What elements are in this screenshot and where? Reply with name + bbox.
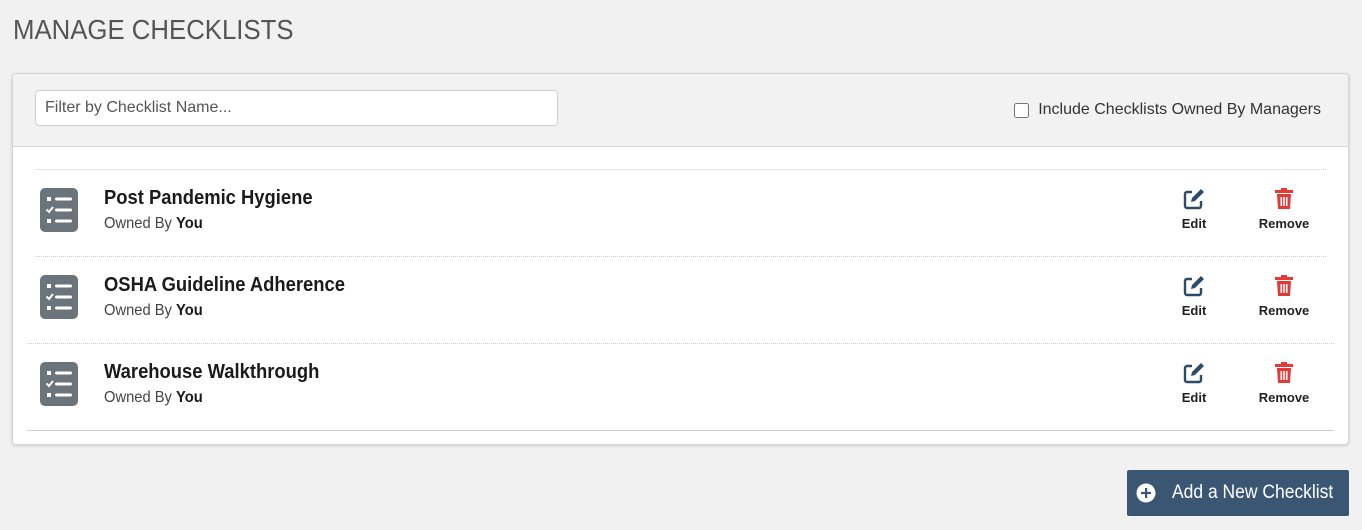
checklist-name: OSHA Guideline Adherence: [104, 274, 345, 296]
edit-label: Edit: [1181, 216, 1207, 231]
edit-label: Edit: [1181, 303, 1207, 318]
edit-button[interactable]: Edit: [1159, 275, 1229, 318]
include-managers-toggle[interactable]: Include Checklists Owned By Managers: [1014, 101, 1321, 119]
remove-button[interactable]: Remove: [1249, 362, 1319, 405]
checklist-row: OSHA Guideline Adherence Owned By You Ed…: [35, 256, 1326, 343]
trash-icon: [1275, 362, 1293, 383]
trash-icon: [1275, 275, 1293, 296]
edit-button[interactable]: Edit: [1159, 188, 1229, 231]
page-title: MANAGE CHECKLISTS: [13, 14, 294, 45]
edit-label: Edit: [1181, 390, 1207, 405]
checklist-owner: Owned By You: [104, 215, 203, 233]
checklist-name: Post Pandemic Hygiene: [104, 187, 313, 209]
checklist-icon: [40, 188, 78, 232]
checklist-row: Warehouse Walkthrough Owned By You Edit: [27, 343, 1334, 431]
remove-label: Remove: [1258, 390, 1310, 405]
checklist-owner: Owned By You: [104, 389, 203, 407]
remove-label: Remove: [1258, 303, 1310, 318]
owned-by-label: Owned By: [104, 389, 172, 406]
owner-name: You: [176, 302, 203, 319]
checklist-row: Post Pandemic Hygiene Owned By You Edit: [35, 169, 1326, 256]
add-checklist-button[interactable]: Add a New Checklist: [1127, 470, 1349, 516]
include-managers-label: Include Checklists Owned By Managers: [1038, 101, 1321, 118]
remove-label: Remove: [1258, 216, 1310, 231]
filter-bar: Include Checklists Owned By Managers: [13, 74, 1348, 147]
checklist-name: Warehouse Walkthrough: [104, 361, 320, 383]
edit-button[interactable]: Edit: [1159, 362, 1229, 405]
checklist-owner: Owned By You: [104, 302, 203, 320]
owner-name: You: [176, 215, 203, 232]
add-checklist-label: Add a New Checklist: [1171, 482, 1334, 503]
checklist-icon: [40, 275, 78, 319]
edit-icon: [1183, 189, 1204, 210]
plus-circle-icon: [1136, 483, 1156, 503]
checklist-list: Post Pandemic Hygiene Owned By You Edit: [27, 169, 1334, 431]
checklists-panel: Include Checklists Owned By Managers Pos…: [12, 73, 1349, 445]
remove-button[interactable]: Remove: [1249, 275, 1319, 318]
owned-by-label: Owned By: [104, 302, 172, 319]
owner-name: You: [176, 389, 203, 406]
checklist-icon: [40, 362, 78, 406]
include-managers-checkbox[interactable]: [1014, 102, 1030, 118]
filter-input[interactable]: [35, 90, 558, 126]
edit-icon: [1183, 276, 1204, 297]
owned-by-label: Owned By: [104, 215, 172, 232]
edit-icon: [1183, 363, 1204, 384]
trash-icon: [1275, 188, 1293, 209]
remove-button[interactable]: Remove: [1249, 188, 1319, 231]
